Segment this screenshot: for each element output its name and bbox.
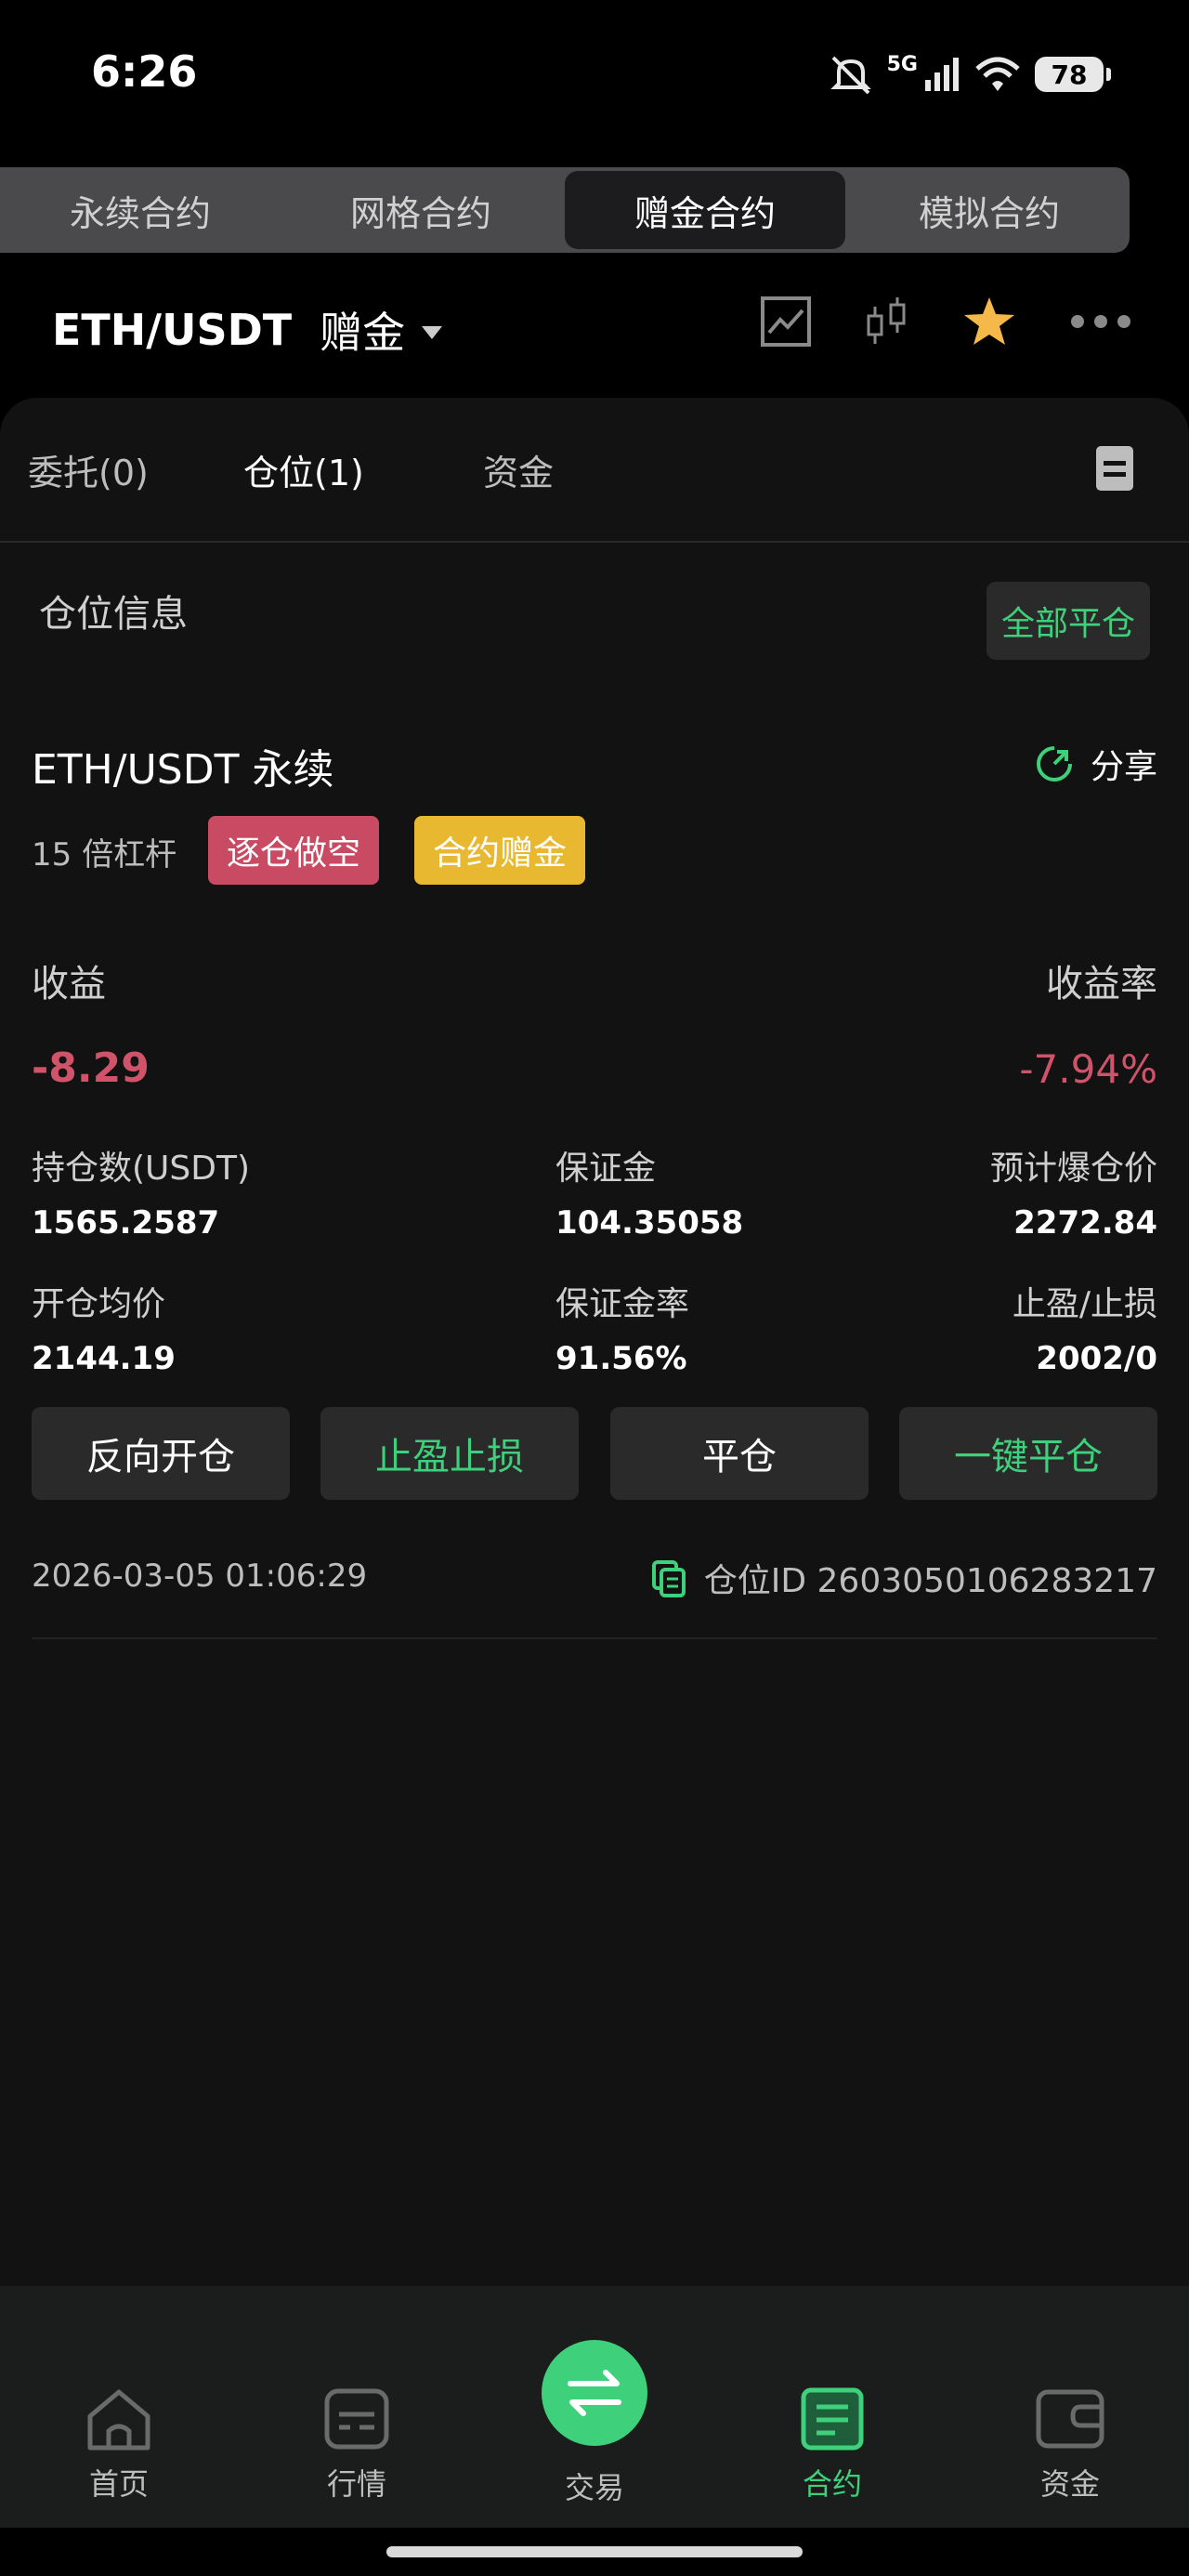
- pair-selector[interactable]: ETH/USDT 赠金: [52, 299, 443, 361]
- liq-price-value: 2272.84: [1013, 1204, 1157, 1242]
- share-icon: [1036, 746, 1072, 782]
- copy-icon: [651, 1560, 686, 1597]
- mode-badge: 逐仓做空: [208, 816, 380, 885]
- divider: [32, 1637, 1157, 1639]
- nav-home[interactable]: 首页: [54, 2386, 184, 2504]
- header-actions: [760, 296, 1133, 348]
- tab-demo[interactable]: 模拟合约: [849, 167, 1130, 253]
- margin-rate-value: 91.56%: [555, 1340, 687, 1377]
- nav-market-label: 行情: [326, 2466, 386, 2502]
- position-id-text: 仓位ID 2603050106283217: [703, 1562, 1157, 1600]
- bonus-badge: 合约赠金: [414, 816, 586, 885]
- contract-icon: [801, 2387, 864, 2451]
- tab-grid[interactable]: 网格合约: [281, 167, 561, 253]
- home-icon: [87, 2389, 150, 2451]
- position-id[interactable]: 仓位ID 2603050106283217: [650, 1554, 1157, 1602]
- wallet-icon: [1036, 2389, 1104, 2449]
- share-label: 分享: [1090, 748, 1157, 786]
- margin-label: 保证金: [555, 1150, 657, 1188]
- contract-type-tabs: 永续合约 网格合约 赠金合约 模拟合约: [0, 167, 1130, 253]
- signal-icon: [925, 58, 959, 91]
- tpsl-label: 止盈/止损: [1012, 1285, 1157, 1323]
- entry-price-value: 2144.19: [32, 1340, 176, 1377]
- nav-assets[interactable]: 资金: [1005, 2386, 1135, 2504]
- tab-positions[interactable]: 仓位(1): [243, 444, 364, 495]
- nav-trade-label[interactable]: 交易: [529, 2464, 660, 2507]
- margin-rate-label: 保证金率: [555, 1285, 690, 1323]
- pnl-value: -8.29: [32, 1045, 150, 1092]
- leverage-label: 15 倍杠杆: [32, 836, 177, 874]
- pair-type: 赠金: [320, 308, 406, 358]
- position-tabs: [0, 416, 1189, 543]
- home-indicator: [386, 2546, 803, 2557]
- wifi-icon: [975, 57, 1020, 91]
- tab-perpetual[interactable]: 永续合约: [0, 167, 281, 253]
- tpsl-value: 2002/0: [1036, 1340, 1157, 1377]
- close-button[interactable]: 平仓: [610, 1407, 869, 1500]
- entry-price-label: 开仓均价: [32, 1285, 166, 1323]
- tab-orders[interactable]: 委托(0): [28, 444, 149, 495]
- roi-label: 收益率: [1046, 963, 1157, 1005]
- nav-trade-button[interactable]: [542, 2340, 647, 2446]
- position-timestamp: 2026-03-05 01:06:29: [32, 1557, 368, 1595]
- position-title: ETH/USDT 永续: [32, 746, 334, 794]
- swap-icon: [568, 2370, 621, 2416]
- mute-icon: [830, 56, 871, 95]
- document-icon[interactable]: [1096, 446, 1133, 491]
- battery-indicator: 78: [1035, 57, 1111, 92]
- nav-contract[interactable]: 合约: [767, 2386, 897, 2504]
- nav-contract-label: 合约: [802, 2466, 862, 2502]
- one-click-close-button[interactable]: 一键平仓: [899, 1407, 1157, 1500]
- section-title: 仓位信息: [39, 593, 188, 636]
- tab-bonus[interactable]: 赠金合约: [565, 171, 845, 249]
- pnl-label: 收益: [32, 963, 106, 1005]
- status-icons: 5G 78: [828, 48, 1111, 100]
- tab-funds[interactable]: 资金: [483, 444, 554, 495]
- network-label: 5G: [886, 52, 918, 76]
- market-icon: [324, 2388, 389, 2450]
- tpsl-button[interactable]: 止盈止损: [320, 1407, 579, 1500]
- reverse-button[interactable]: 反向开仓: [32, 1407, 290, 1500]
- share-button[interactable]: 分享: [1035, 740, 1157, 788]
- chart-icon[interactable]: [760, 296, 812, 348]
- candlestick-icon[interactable]: [864, 296, 910, 348]
- margin-value: 104.35058: [555, 1204, 744, 1242]
- nav-assets-label: 资金: [1039, 2466, 1100, 2502]
- more-icon[interactable]: [1068, 312, 1133, 331]
- roi-value: -7.94%: [1019, 1046, 1157, 1092]
- status-time: 6:26: [91, 46, 198, 97]
- nav-market[interactable]: 行情: [292, 2386, 422, 2504]
- star-icon[interactable]: [962, 296, 1016, 348]
- size-label: 持仓数(USDT): [32, 1150, 251, 1188]
- pair-name: ETH/USDT: [52, 305, 293, 355]
- close-all-button[interactable]: 全部平仓: [986, 582, 1150, 660]
- nav-home-label: 首页: [88, 2466, 149, 2502]
- chevron-down-icon: [422, 326, 443, 339]
- liq-price-label: 预计爆仓价: [989, 1150, 1157, 1188]
- size-value: 1565.2587: [32, 1204, 220, 1242]
